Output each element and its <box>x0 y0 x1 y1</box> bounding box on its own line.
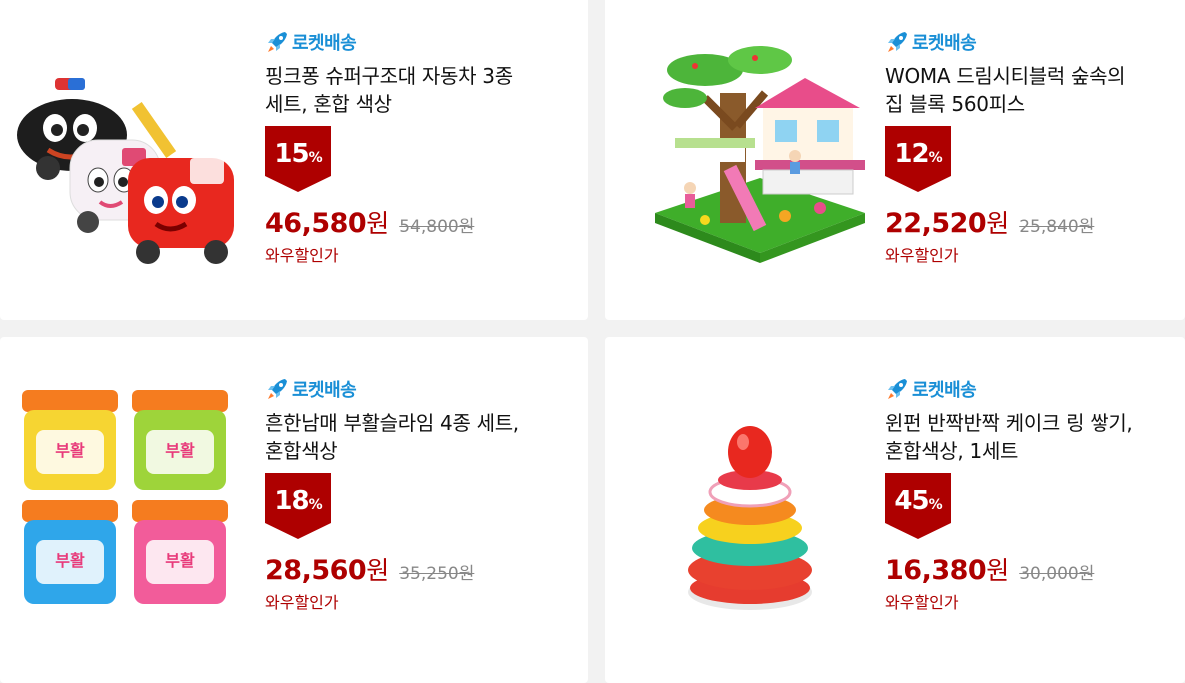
svg-text:부활: 부활 <box>55 441 85 460</box>
rocket-icon <box>268 32 287 52</box>
discount-badge: 45% <box>885 473 951 539</box>
discount-badge: 18% <box>265 473 331 539</box>
toy-cars-image[interactable] <box>10 40 240 270</box>
svg-text:부활: 부활 <box>55 551 85 570</box>
original-price: 25,840원 <box>1019 217 1095 237</box>
stacking-rings-image[interactable] <box>645 392 875 622</box>
discount-rate: 12 <box>894 139 929 169</box>
wow-discount-label: 와우할인가 <box>885 246 959 265</box>
price-row: 16,380 원 30,000원 <box>885 551 1185 587</box>
rocket-delivery-badge: 로켓배송 <box>265 28 565 56</box>
badge-label: 로켓배송 <box>292 380 357 401</box>
original-price: 35,250원 <box>399 564 475 584</box>
wow-discount-label: 와우할인가 <box>265 246 339 265</box>
discount-percent-sign: % <box>308 497 323 513</box>
currency-unit: 원 <box>366 556 390 585</box>
badge-label: 로켓배송 <box>912 380 977 401</box>
wow-discount-label: 와우할인가 <box>885 593 959 612</box>
discount-rate: 18 <box>274 486 309 516</box>
currency-unit: 원 <box>986 556 1010 585</box>
discount-rate: 15 <box>274 139 309 169</box>
sale-price: 28,560 <box>265 555 367 586</box>
discount-percent-sign: % <box>308 150 323 166</box>
rocket-icon <box>268 379 287 399</box>
svg-text:부활: 부활 <box>165 441 195 460</box>
price-row: 22,520 원 25,840원 <box>885 204 1185 240</box>
original-price: 54,800원 <box>399 217 475 237</box>
price-row: 46,580 원 54,800원 <box>265 204 565 240</box>
rocket-delivery-badge: 로켓배송 <box>885 375 1185 403</box>
rocket-delivery-badge: 로켓배송 <box>885 28 1185 56</box>
original-price: 30,000원 <box>1019 564 1095 584</box>
discount-rate: 45 <box>894 486 929 516</box>
product-title[interactable]: WOMA 드림시티블럭 숲속의 집 블록 560피스 <box>885 62 1145 118</box>
product-title[interactable]: 윈펀 반짝반짝 케이크 링 쌓기, 혼합색상, 1세트 <box>885 409 1145 465</box>
currency-unit: 원 <box>986 209 1010 238</box>
badge-label: 로켓배송 <box>292 33 357 54</box>
price-row: 28,560 원 35,250원 <box>265 551 565 587</box>
rocket-icon <box>888 379 907 399</box>
product-title[interactable]: 흔한남매 부활슬라임 4종 세트, 혼합색상 <box>265 409 525 465</box>
product-card[interactable]: 로켓배송 윈펀 반짝반짝 케이크 링 쌓기, 혼합색상, 1세트 45% 16,… <box>605 337 1185 683</box>
currency-unit: 원 <box>366 209 390 238</box>
svg-text:부활: 부활 <box>165 551 195 570</box>
sale-price: 16,380 <box>885 555 987 586</box>
rocket-icon <box>888 32 907 52</box>
product-card[interactable]: 부활 부활 부활 부활 로켓배송 흔한남매 부활슬라임 4종 세트, 혼합색상 … <box>0 337 588 683</box>
discount-badge: 15% <box>265 126 331 192</box>
rocket-delivery-badge: 로켓배송 <box>265 375 565 403</box>
wow-discount-label: 와우할인가 <box>265 593 339 612</box>
treehouse-blocks-image[interactable] <box>645 38 875 268</box>
discount-percent-sign: % <box>928 497 943 513</box>
discount-percent-sign: % <box>928 150 943 166</box>
sale-price: 22,520 <box>885 208 987 239</box>
product-title[interactable]: 핑크퐁 슈퍼구조대 자동차 3종 세트, 혼합 색상 <box>265 62 525 118</box>
product-card[interactable]: 로켓배송 WOMA 드림시티블럭 숲속의 집 블록 560피스 12% 22,5… <box>605 0 1185 320</box>
slime-jars-image[interactable]: 부활 부활 부활 부활 <box>10 382 240 612</box>
badge-label: 로켓배송 <box>912 33 977 54</box>
discount-badge: 12% <box>885 126 951 192</box>
sale-price: 46,580 <box>265 208 367 239</box>
product-card[interactable]: 로켓배송 핑크퐁 슈퍼구조대 자동차 3종 세트, 혼합 색상 15% 46,5… <box>0 0 588 320</box>
